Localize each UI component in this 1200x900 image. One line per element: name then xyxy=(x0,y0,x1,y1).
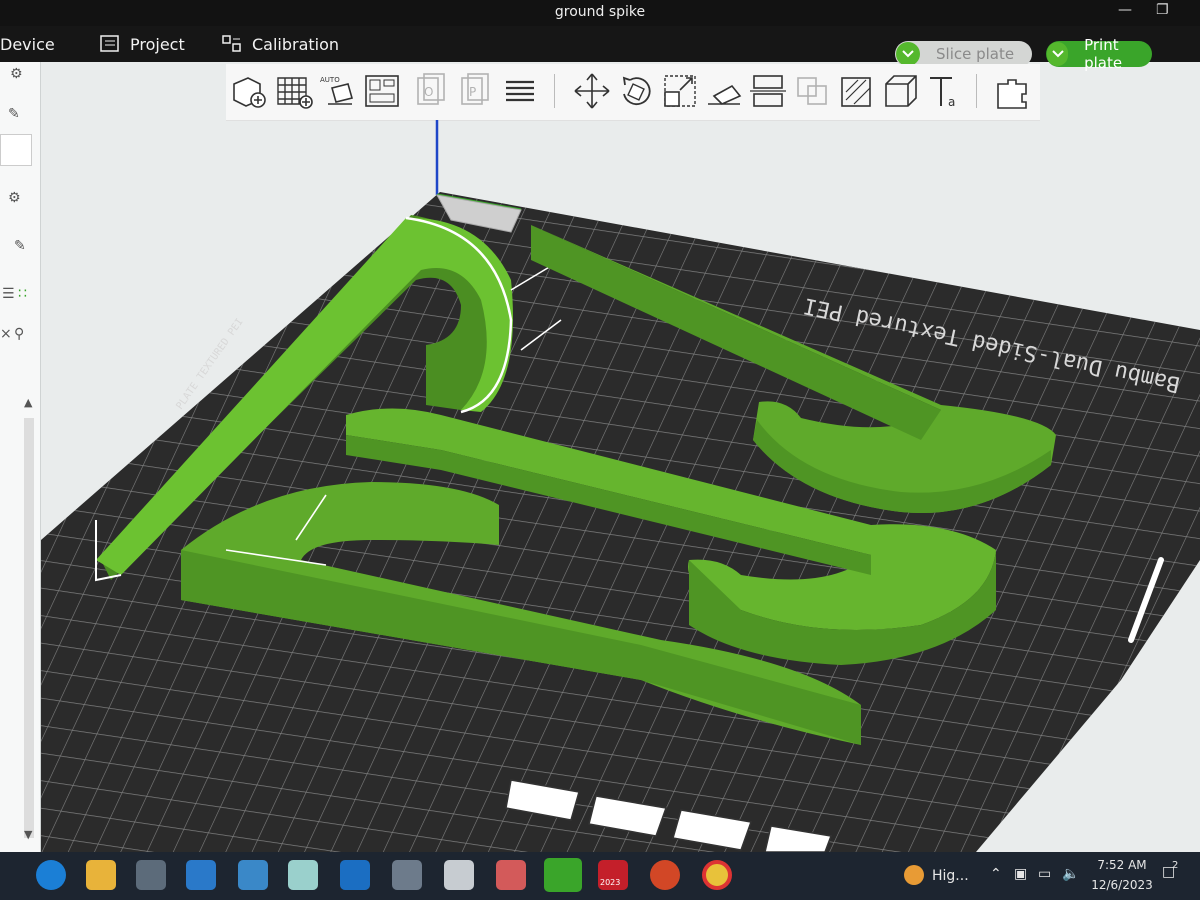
edit-icon[interactable]: ✎ xyxy=(8,106,20,122)
split-to-objects-icon[interactable]: O xyxy=(412,70,452,112)
toolbar-divider xyxy=(976,74,977,108)
window-title: ground spike xyxy=(554,4,646,20)
app-badge: 2023 xyxy=(600,878,621,887)
title-bar: ground spike — ❐ xyxy=(0,0,1200,26)
chevron-down-icon[interactable] xyxy=(896,42,920,66)
svg-text:O: O xyxy=(424,85,433,99)
weather-icon[interactable] xyxy=(904,865,924,885)
arrange-icon[interactable] xyxy=(362,70,402,112)
powerpoint-icon[interactable] xyxy=(650,860,680,890)
chrome-icon[interactable] xyxy=(702,860,732,890)
svg-text:P: P xyxy=(469,85,476,99)
left-sidebar: ⚙ ✎ ⚙ ✎ ☰ ∷ × ⚲ ▲ ▼ xyxy=(0,62,41,852)
rotate-icon[interactable] xyxy=(616,70,656,112)
store-icon[interactable] xyxy=(136,860,166,890)
clock-time[interactable]: 7:52 AM xyxy=(1092,858,1152,872)
settings-icon[interactable]: ⚙ xyxy=(8,190,21,206)
split-to-parts-icon[interactable]: P xyxy=(456,70,496,112)
lay-on-face-icon[interactable] xyxy=(704,70,744,112)
scroll-down-icon[interactable]: ▼ xyxy=(24,828,32,841)
search-icon[interactable]: ⚲ xyxy=(14,326,24,342)
bambu-studio-icon[interactable] xyxy=(544,858,582,892)
restore-icon[interactable]: ❐ xyxy=(1156,2,1169,18)
weather-text[interactable]: Hig... xyxy=(932,868,969,884)
app-icon[interactable] xyxy=(238,860,268,890)
list-icon[interactable]: ☰ xyxy=(2,286,15,302)
boolean-icon[interactable] xyxy=(792,70,832,112)
close-icon[interactable]: × xyxy=(0,326,12,342)
objects-icon[interactable]: ∷ xyxy=(18,286,27,302)
edit-icon[interactable]: ✎ xyxy=(14,238,26,254)
file-explorer-icon[interactable] xyxy=(86,860,116,890)
calibration-icon xyxy=(222,35,242,53)
cut-icon[interactable] xyxy=(748,70,788,112)
menu-project[interactable]: Project xyxy=(100,26,185,62)
variable-layer-icon[interactable] xyxy=(500,70,540,112)
auto-orient-icon[interactable]: AUTO xyxy=(318,70,358,112)
menu-device[interactable]: Device xyxy=(0,26,55,62)
calculator-icon[interactable] xyxy=(392,860,422,890)
slice-plate-label: Slice plate xyxy=(936,45,1015,63)
chevron-down-icon[interactable] xyxy=(1047,42,1069,66)
toolbar-divider xyxy=(554,74,555,108)
menu-device-label: Device xyxy=(0,34,55,54)
move-icon[interactable] xyxy=(572,70,612,112)
taskbar: 2023 Hig... ⌃ ▣ ▭ 🔈 7:52 AM 12/6/2023 □ … xyxy=(0,852,1200,900)
add-object-icon[interactable] xyxy=(228,70,268,112)
show-hidden-icons[interactable]: ⌃ xyxy=(990,866,1002,882)
assembly-icon[interactable] xyxy=(992,70,1032,112)
menu-calibration[interactable]: Calibration xyxy=(222,26,339,62)
app-c-icon[interactable] xyxy=(340,860,370,890)
3d-viewport[interactable]: Bambu Dual-Sided Textured PEI PLATE TEXT… xyxy=(41,110,1200,853)
scrollbar[interactable] xyxy=(24,418,34,838)
app-icon[interactable] xyxy=(496,860,526,890)
seam-paint-icon[interactable] xyxy=(880,70,920,112)
add-plate-icon[interactable] xyxy=(274,70,314,112)
battery-icon[interactable]: ▭ xyxy=(1038,866,1051,882)
support-paint-icon[interactable] xyxy=(836,70,876,112)
edge-icon[interactable] xyxy=(36,860,66,890)
scene[interactable]: Bambu Dual-Sided Textured PEI PLATE TEXT… xyxy=(41,110,1200,853)
svg-text:a: a xyxy=(948,95,955,109)
menu-calibration-label: Calibration xyxy=(252,34,340,54)
clock-date[interactable]: 12/6/2023 xyxy=(1088,878,1156,892)
print-plate-button[interactable]: Print plate xyxy=(1046,36,1152,72)
autodesk-icon[interactable]: 2023 xyxy=(598,860,628,890)
svg-text:AUTO: AUTO xyxy=(320,76,340,84)
toolbar: AUTO O P a xyxy=(226,64,1040,121)
scale-icon[interactable] xyxy=(660,70,700,112)
scroll-up-icon[interactable]: ▲ xyxy=(24,396,32,409)
print-plate-label: Print plate xyxy=(1084,36,1123,72)
minimize-icon[interactable]: — xyxy=(1118,2,1132,18)
app-icon[interactable] xyxy=(288,860,318,890)
camera-icon[interactable]: ▣ xyxy=(1014,866,1027,882)
app-icon[interactable] xyxy=(444,860,474,890)
mail-icon[interactable] xyxy=(186,860,216,890)
menu-project-label: Project xyxy=(130,34,185,54)
volume-icon[interactable]: 🔈 xyxy=(1062,866,1079,882)
preset-dropdown[interactable] xyxy=(0,134,32,166)
notification-count: 2 xyxy=(1172,860,1179,871)
project-icon xyxy=(100,35,120,53)
text-icon[interactable]: a xyxy=(924,70,964,112)
settings-icon[interactable]: ⚙ xyxy=(10,66,23,82)
